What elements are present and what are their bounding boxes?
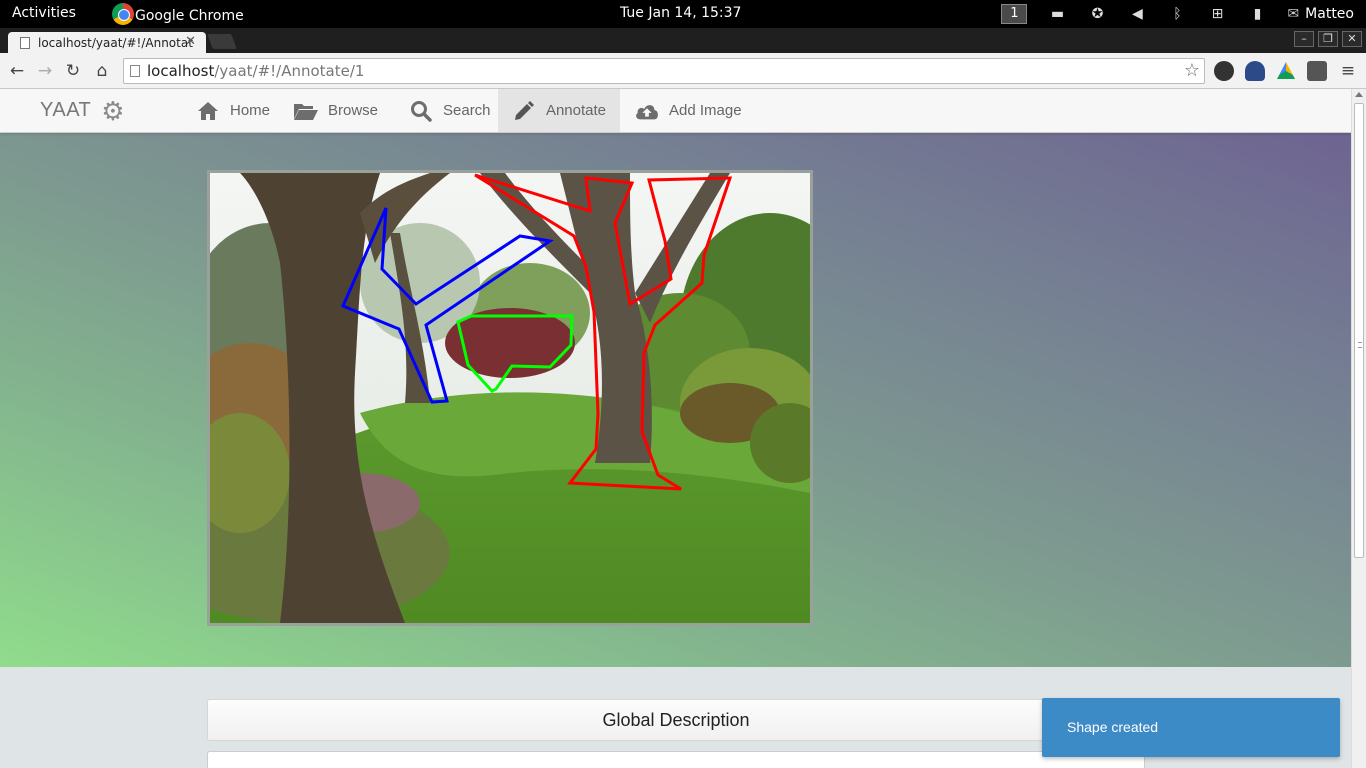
garden-photo [210, 173, 810, 623]
nav-search[interactable]: Search [394, 89, 505, 132]
home-icon[interactable]: ⌂ [91, 60, 113, 82]
home-icon [195, 101, 221, 121]
reload-icon[interactable]: ↻ [62, 60, 84, 82]
url-host: localhost [147, 62, 215, 80]
address-bar[interactable]: localhost/yaat/#!/Annotate/1 ☆ [123, 58, 1205, 84]
volume-icon[interactable]: ◀ [1127, 4, 1147, 24]
new-tab-button[interactable] [207, 34, 237, 49]
tab-strip: localhost/yaat/#!/Annotat ✕ – ❐ ✕ [0, 28, 1366, 53]
bookmark-star-icon[interactable]: ☆ [1184, 60, 1200, 81]
accessibility-icon[interactable]: ✪ [1087, 4, 1107, 24]
tab-title: localhost/yaat/#!/Annotat [38, 35, 193, 50]
bluetooth-icon[interactable]: ᛒ [1167, 4, 1187, 24]
workspace-indicator[interactable]: 1 [1001, 4, 1028, 24]
global-description-box[interactable] [207, 751, 1145, 768]
scroll-up-icon[interactable] [1355, 92, 1363, 97]
page-scrollbar[interactable] [1351, 89, 1366, 768]
annotated-image[interactable] [207, 170, 813, 626]
user-menu[interactable]: ✉ Matteo [1287, 6, 1354, 22]
clock[interactable]: Tue Jan 14, 15:37 [620, 5, 741, 21]
extension-cloud-icon[interactable] [1245, 61, 1265, 81]
nav-label: Add Image [669, 102, 742, 119]
search-icon [408, 100, 434, 122]
app-navbar: YAAT ⚙ Home Browse Search Annotate Add I… [0, 89, 1351, 133]
menu-icon[interactable]: ≡ [1337, 60, 1359, 82]
battery-icon[interactable]: ▮ [1247, 4, 1267, 24]
nav-label: Home [230, 102, 271, 119]
window-controls: – ❐ ✕ [1294, 31, 1362, 47]
user-icon: ✉ [1287, 6, 1300, 22]
nav-label: Browse [328, 102, 379, 119]
page-icon [20, 36, 30, 49]
user-name: Matteo [1305, 6, 1354, 22]
app-name: Google Chrome [135, 8, 244, 24]
page-icon [130, 65, 140, 77]
web-page: YAAT ⚙ Home Browse Search Annotate Add I… [0, 89, 1351, 768]
brand[interactable]: YAAT ⚙ [40, 95, 126, 126]
global-description-header[interactable]: Global Description [207, 699, 1145, 741]
nav-annotate[interactable]: Annotate [498, 89, 620, 132]
extension-mask-icon[interactable] [1214, 61, 1234, 81]
network-icon[interactable]: ⊞ [1207, 4, 1227, 24]
pencil-icon [512, 100, 537, 121]
drive-icon[interactable] [1277, 62, 1295, 79]
scroll-thumb[interactable] [1354, 103, 1364, 558]
pocket-icon[interactable] [1307, 61, 1327, 81]
chrome-logo-icon [112, 3, 134, 25]
restore-icon[interactable]: ❐ [1318, 31, 1338, 47]
brand-name: YAAT [40, 99, 92, 121]
nav-label: Search [443, 102, 491, 119]
minimize-icon[interactable]: – [1294, 31, 1314, 47]
nav-add-image[interactable]: Add Image [620, 89, 756, 132]
nav-label: Annotate [545, 102, 606, 119]
gear-icon: ⚙ [101, 95, 126, 126]
activities-button[interactable]: Activities [12, 5, 76, 21]
system-top-bar: Activities Google Chrome Tue Jan 14, 15:… [0, 0, 1366, 28]
cloud-upload-icon [634, 101, 660, 121]
app-menu[interactable]: Google Chrome [112, 3, 244, 27]
nav-home[interactable]: Home [181, 89, 284, 132]
tab-close-icon[interactable]: ✕ [185, 34, 196, 49]
folder-icon[interactable]: ▬ [1047, 4, 1067, 24]
nav-browse[interactable]: Browse [279, 89, 392, 132]
forward-icon[interactable]: → [34, 60, 56, 82]
folder-open-icon [293, 101, 319, 121]
description-panel: Global Description [207, 699, 1145, 768]
browser-toolbar: ← → ↻ ⌂ localhost/yaat/#!/Annotate/1 ☆ ≡ [0, 53, 1366, 89]
close-window-icon[interactable]: ✕ [1342, 31, 1362, 47]
url-path: /yaat/#!/Annotate/1 [214, 62, 365, 80]
back-icon[interactable]: ← [6, 60, 28, 82]
system-tray: 1 ▬ ✪ ◀ ᛒ ⊞ ▮ ✉ Matteo [1001, 0, 1366, 28]
notification-toast[interactable]: Shape created [1042, 698, 1340, 757]
grip-icon [1358, 342, 1362, 348]
image-area [0, 133, 1351, 667]
browser-tab[interactable]: localhost/yaat/#!/Annotat ✕ [8, 32, 206, 53]
